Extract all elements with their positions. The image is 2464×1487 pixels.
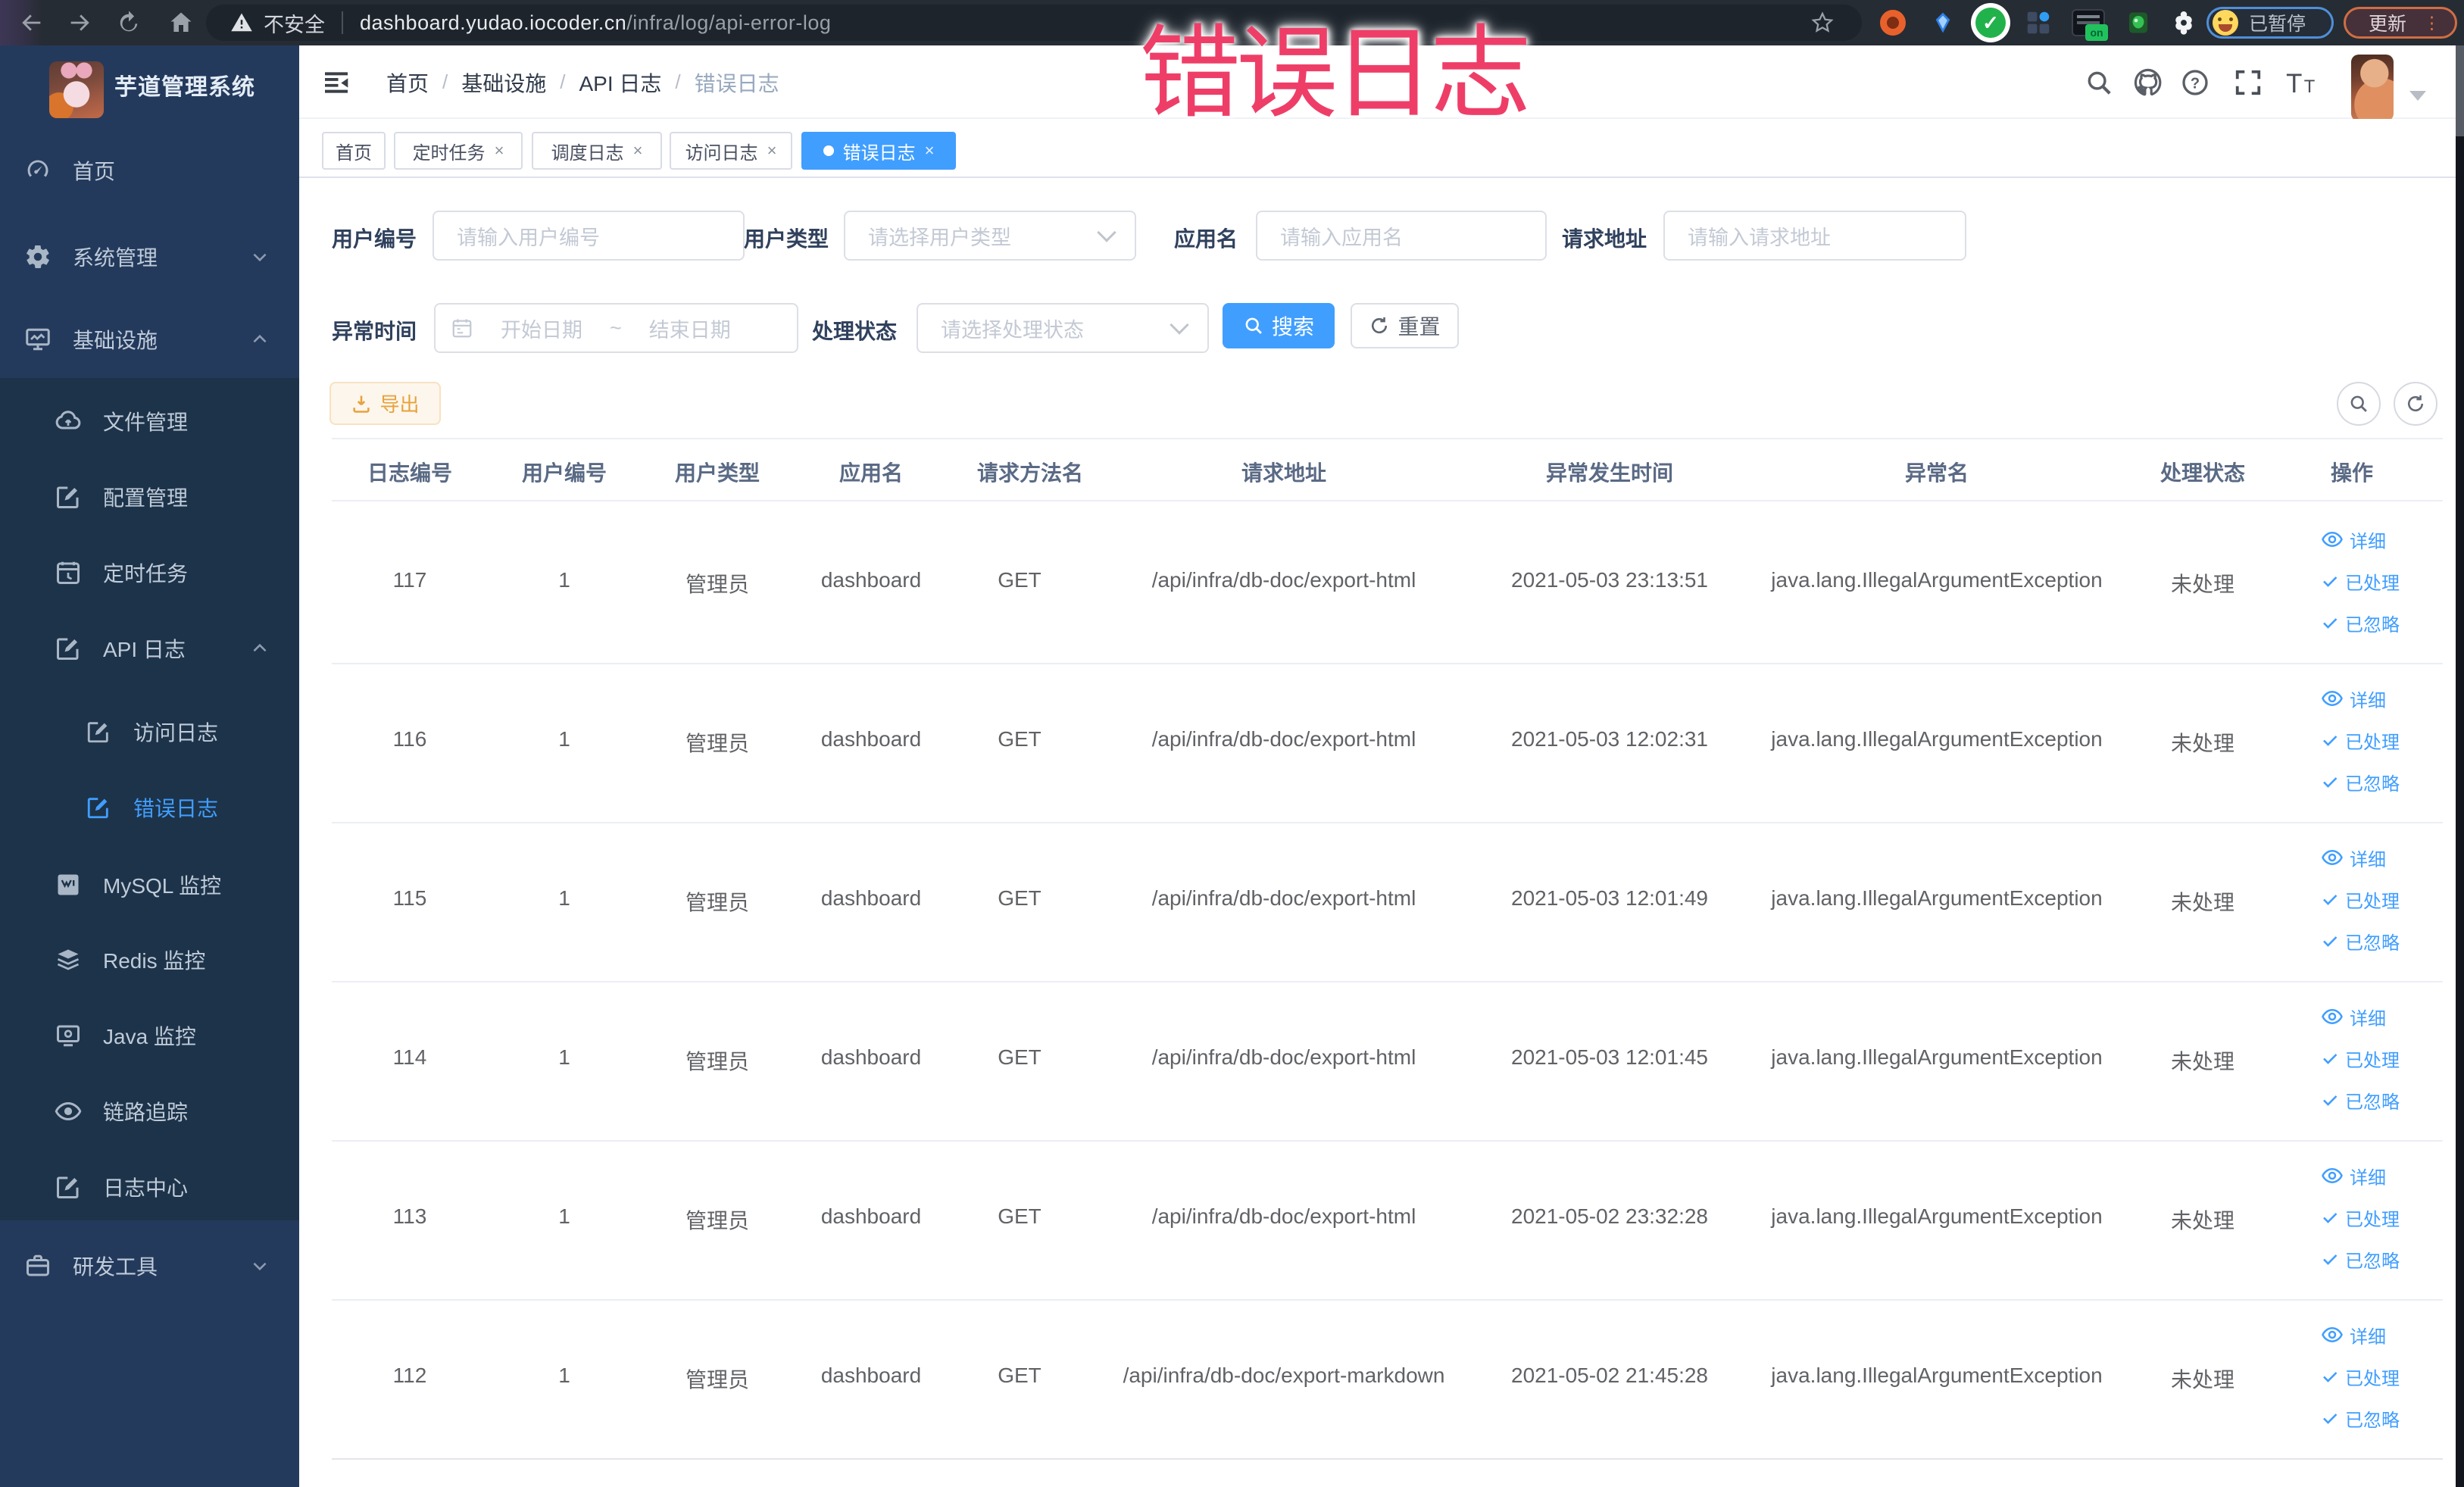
svg-text:?: ?	[2191, 75, 2200, 92]
svg-text:T: T	[2304, 76, 2316, 96]
svg-text:T: T	[2286, 68, 2302, 98]
